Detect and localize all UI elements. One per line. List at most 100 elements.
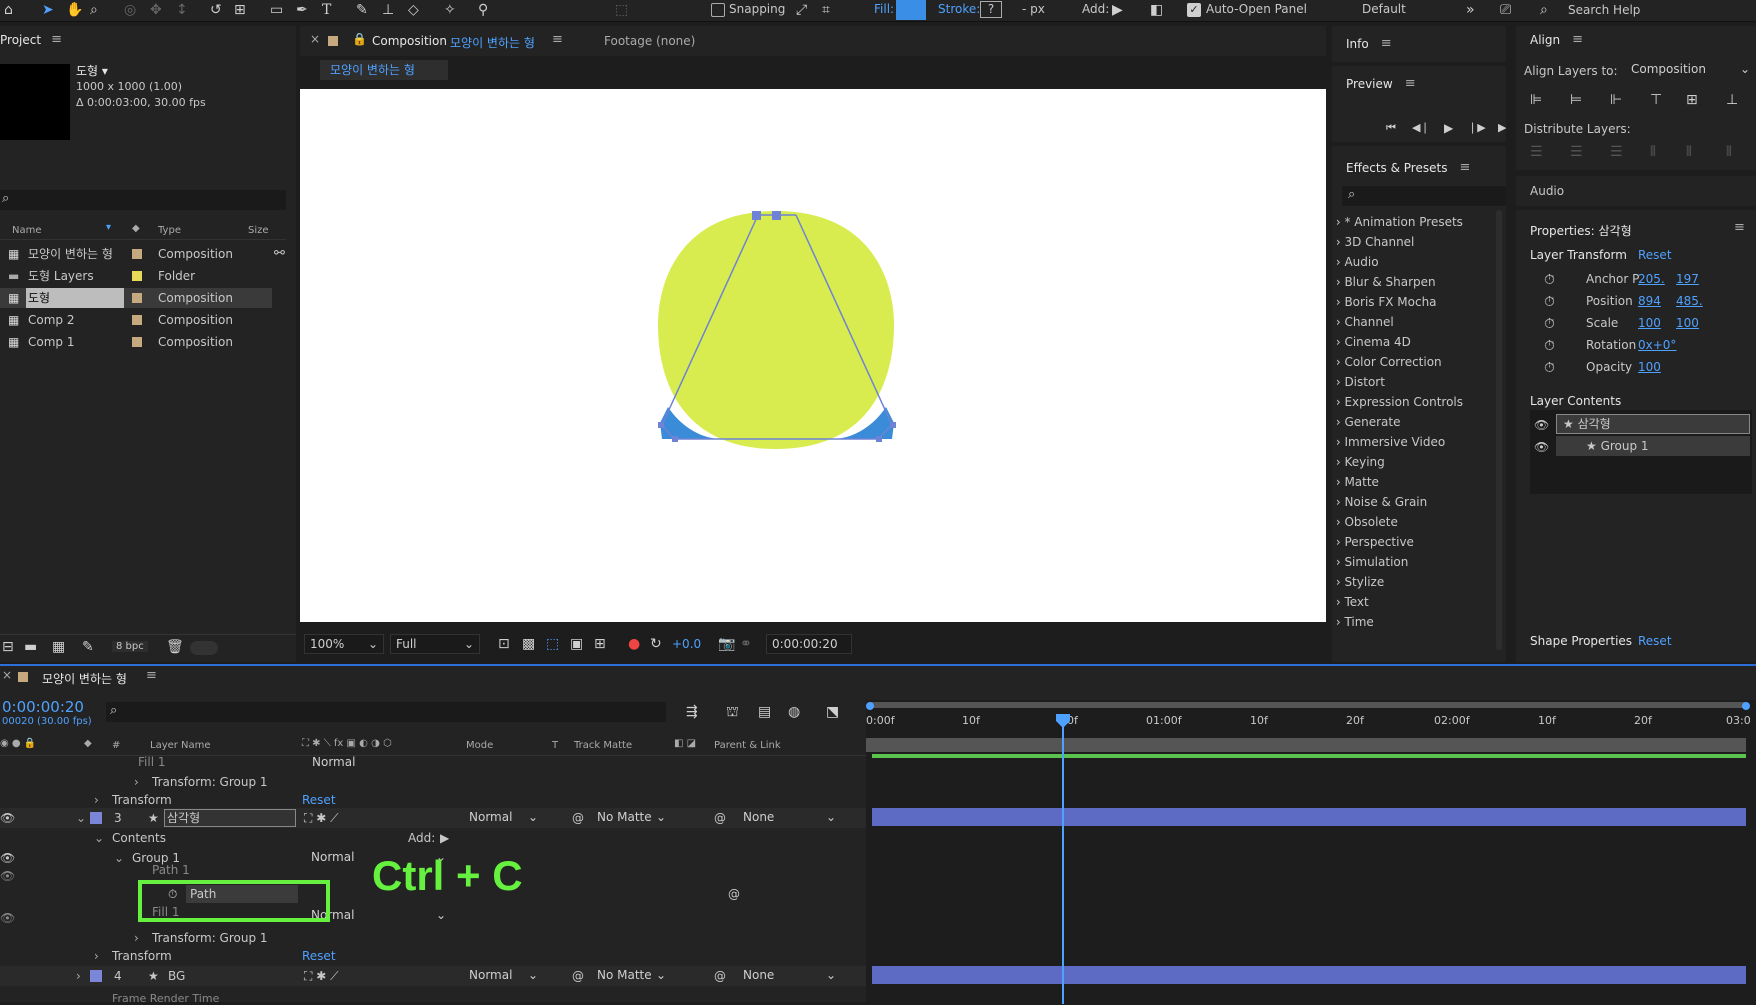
fill1-row[interactable]: 👁 Fill 1 Normal ⌄ bbox=[0, 905, 866, 928]
pan-tool-icon[interactable]: ✥ bbox=[150, 0, 162, 20]
distribute-vcenter-icon[interactable]: ⫴ bbox=[1686, 142, 1692, 162]
stopwatch-icon[interactable]: ⏱ bbox=[1544, 336, 1555, 356]
effects-category[interactable]: › Color Correction bbox=[1332, 352, 1442, 372]
effects-category[interactable]: › * Animation Presets bbox=[1332, 212, 1463, 232]
clone-stamp-tool-icon[interactable]: ⊥ bbox=[382, 0, 394, 20]
rotate-tool-icon[interactable]: ↺ bbox=[210, 0, 222, 20]
comp-sub-tab[interactable]: 모양이 변하는 형 bbox=[320, 60, 448, 80]
layer-row-triangle[interactable]: 👁 ⌄ 3 ★ 삼각형 ⛶ ✱ ⟋ Normal ⌄ @ No Matte ⌄ @ … bbox=[0, 808, 866, 828]
comp-tab-label[interactable]: Composition bbox=[372, 34, 447, 48]
distribute-bottom-icon[interactable]: ⫴ bbox=[1726, 142, 1732, 162]
add-menu-icon[interactable]: ▶ bbox=[1112, 0, 1123, 20]
chevron-right-icon[interactable]: › bbox=[76, 966, 81, 986]
label-swatch[interactable] bbox=[90, 970, 102, 982]
close-tab-icon[interactable]: × bbox=[2, 668, 12, 682]
home-icon[interactable]: ⌂ bbox=[4, 0, 13, 20]
eye-icon[interactable]: 👁 bbox=[1534, 440, 1549, 454]
transform-group1-row[interactable]: › Transform: Group 1 bbox=[0, 928, 866, 948]
effects-category[interactable]: › Keying bbox=[1332, 452, 1385, 472]
align-top-icon[interactable]: ⊤ bbox=[1650, 90, 1662, 110]
tab-menu-icon[interactable]: ≡ bbox=[552, 32, 563, 47]
timeline-graph-area[interactable]: 0:00f 10f 20f 01:00f 10f 20f 02:00f 10f … bbox=[866, 700, 1756, 1004]
t-column[interactable]: T bbox=[552, 740, 558, 751]
navigator-start-handle[interactable] bbox=[866, 702, 874, 710]
effects-category[interactable]: › Immersive Video bbox=[1332, 432, 1445, 452]
snapshot-icon[interactable]: 📷 bbox=[718, 634, 735, 654]
more-workspaces-icon[interactable]: » bbox=[1466, 0, 1475, 20]
effects-category[interactable]: › Boris FX Mocha bbox=[1332, 292, 1437, 312]
effects-category[interactable]: › Distort bbox=[1332, 372, 1385, 392]
footage-tab[interactable]: Footage (none) bbox=[604, 34, 695, 48]
first-frame-icon[interactable]: ⏮ bbox=[1386, 118, 1396, 138]
puppet-pin-tool-icon[interactable]: ⚲ bbox=[478, 0, 488, 20]
stopwatch-icon[interactable]: ⏱ bbox=[1544, 270, 1555, 290]
mode-dropdown[interactable]: Normal ⌄ bbox=[464, 966, 540, 986]
previous-frame-icon[interactable]: ◀❘ bbox=[1412, 118, 1430, 138]
auto-open-checkbox[interactable]: ✓ bbox=[1187, 3, 1201, 17]
frame-blending-icon[interactable]: ▤ bbox=[758, 702, 771, 722]
stopwatch-icon[interactable]: ⏱ bbox=[1544, 358, 1555, 378]
effects-category[interactable]: › Noise & Grain bbox=[1332, 492, 1427, 512]
project-item[interactable]: ▬ 도형 Layers Folder bbox=[0, 266, 272, 286]
current-time-field[interactable]: 0:00:00:20 bbox=[766, 634, 852, 654]
stroke-label[interactable]: Stroke: bbox=[938, 2, 980, 16]
effects-category[interactable]: › Obsolete bbox=[1332, 512, 1398, 532]
navigator-end-handle[interactable] bbox=[1742, 702, 1750, 710]
spiral-icon[interactable]: @ bbox=[572, 808, 584, 828]
timeline-menu-icon[interactable]: ≡ bbox=[146, 668, 157, 683]
stroke-swatch[interactable]: ? bbox=[980, 1, 1002, 18]
fill-color-swatch[interactable] bbox=[896, 0, 926, 20]
effects-category[interactable]: › Text bbox=[1332, 592, 1369, 612]
region-of-interest-icon[interactable]: ⊡ bbox=[498, 634, 510, 654]
track-matte-column[interactable]: Track Matte bbox=[574, 740, 632, 751]
layer-contents-item[interactable]: ★ Group 1 bbox=[1556, 436, 1750, 456]
chevron-right-icon[interactable]: › bbox=[94, 946, 99, 966]
eye-icon[interactable]: 👁 bbox=[0, 808, 15, 828]
label-swatch[interactable] bbox=[90, 812, 102, 824]
grid-options-icon[interactable]: ⊞ bbox=[594, 634, 606, 654]
type-column[interactable]: Type bbox=[158, 225, 181, 236]
timeline-timecode[interactable]: 0:00:00:20 bbox=[2, 698, 84, 716]
brush-tool-icon[interactable]: ✎ bbox=[356, 0, 368, 20]
distribute-top-icon[interactable]: ⫴ bbox=[1650, 142, 1656, 162]
motion-blur-icon[interactable]: ◍ bbox=[788, 702, 800, 722]
shape-artwork[interactable] bbox=[300, 89, 1326, 622]
mask-path-visibility-icon[interactable]: ⬚ bbox=[546, 634, 559, 654]
layer-name-column[interactable]: Layer Name bbox=[150, 740, 211, 751]
comp-mini-flowchart-icon[interactable]: ⇶ bbox=[686, 702, 698, 722]
eye-icon[interactable]: 👁 bbox=[0, 848, 15, 868]
layer-row-bg[interactable]: › 4 ★ BG ⛶ ✱ ⟋ Normal ⌄ @ No Matte ⌄ @ Non… bbox=[0, 966, 866, 986]
chevron-down-icon[interactable]: ⌄ bbox=[114, 848, 124, 868]
search-help-input[interactable]: Search Help bbox=[1568, 3, 1640, 17]
layer-transform-reset[interactable]: Reset bbox=[1638, 248, 1672, 262]
footer-slider[interactable] bbox=[190, 641, 218, 655]
last-frame-icon[interactable]: ▶ bbox=[1498, 118, 1506, 138]
label-swatch[interactable] bbox=[132, 271, 142, 281]
exposure-value[interactable]: +0.0 bbox=[672, 637, 701, 651]
sort-icon[interactable]: ▾ bbox=[106, 222, 111, 233]
spiral-icon[interactable]: @ bbox=[572, 966, 584, 986]
project-item[interactable]: ▦ Comp 1 Composition bbox=[0, 332, 272, 352]
fill-label[interactable]: Fill: bbox=[874, 2, 894, 16]
effects-scrollbar[interactable] bbox=[1496, 210, 1502, 650]
parent-dropdown[interactable]: None ⌄ bbox=[738, 808, 838, 828]
selected-item-name[interactable]: 도형 ▾ bbox=[76, 62, 108, 79]
effects-category[interactable]: › Perspective bbox=[1332, 532, 1414, 552]
toggle-panel-icon[interactable]: ◧ bbox=[1150, 0, 1163, 20]
prop-value[interactable]: 894 bbox=[1638, 294, 1661, 308]
transform-top-row[interactable]: › Transform Reset bbox=[0, 790, 866, 810]
interpret-footage-icon[interactable]: ⊟ bbox=[2, 637, 14, 657]
chevron-right-icon[interactable]: › bbox=[134, 772, 139, 792]
audio-title[interactable]: Audio bbox=[1530, 184, 1564, 198]
axis-mode-icon[interactable]: ⬚ bbox=[615, 0, 628, 20]
new-folder-icon[interactable]: ▬ bbox=[24, 637, 37, 657]
timeline-search-field[interactable]: ⌕ bbox=[106, 702, 666, 722]
time-ruler[interactable]: 0:00f 10f 20f 01:00f 10f 20f 02:00f 10f … bbox=[866, 712, 1756, 736]
chevron-right-icon[interactable]: › bbox=[94, 790, 99, 810]
transform-group1-top-row[interactable]: › Transform: Group 1 bbox=[0, 772, 866, 792]
eraser-tool-icon[interactable]: ◇ bbox=[408, 0, 419, 20]
pen-tool-icon[interactable]: ✒ bbox=[296, 0, 308, 20]
snap-features-icon[interactable]: ⌗ bbox=[822, 0, 830, 20]
snap-edges-icon[interactable]: ⤢ bbox=[796, 0, 807, 20]
next-frame-icon[interactable]: ❘▶ bbox=[1468, 118, 1486, 138]
